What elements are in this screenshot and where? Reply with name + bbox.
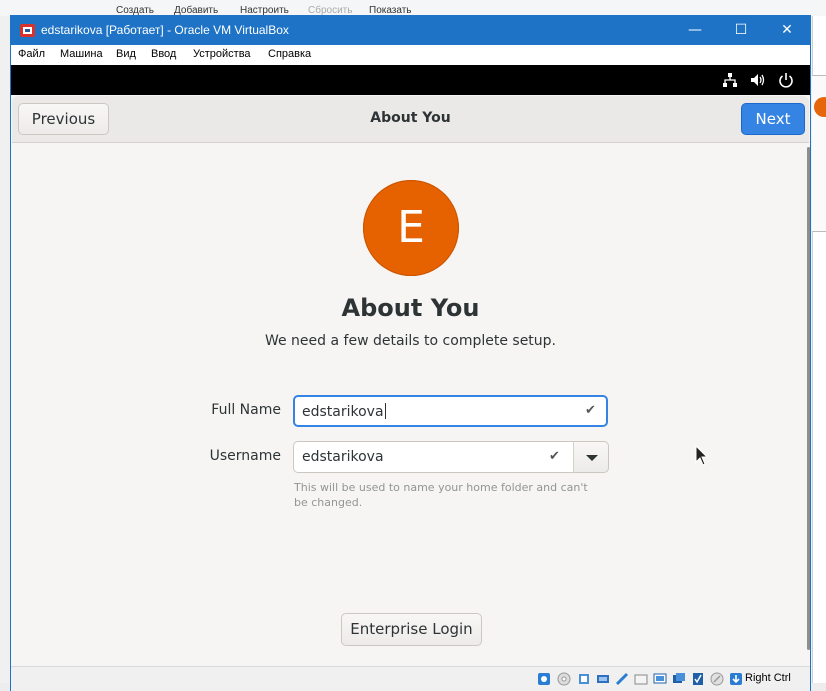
minimize-button[interactable]: — (672, 16, 718, 45)
gnome-top-bar (11, 65, 810, 95)
gnome-initial-setup: Previous About You Next E About You We n… (11, 95, 810, 666)
titlebar[interactable]: edstarikova [Работает] - Oracle VM Virtu… (11, 16, 810, 45)
virtualbox-window: edstarikova [Работает] - Oracle VM Virtu… (10, 15, 811, 691)
maximize-button[interactable]: ☐ (718, 16, 764, 45)
text-caret (384, 403, 386, 419)
full-name-label: Full Name (211, 402, 281, 418)
statusbar: Right Ctrl (11, 666, 810, 691)
menu-help[interactable]: Справка (268, 48, 311, 60)
checkmark-icon: ✔ (549, 449, 560, 464)
host-toolbar: Создать Добавить Настроить Сбросить Пока… (0, 0, 826, 16)
avatar[interactable]: E (363, 180, 459, 276)
host-key-label: Right Ctrl (745, 672, 791, 684)
keyboard-capture-icon[interactable] (729, 672, 743, 686)
chevron-down-icon (586, 455, 598, 461)
display-icon[interactable] (653, 672, 667, 686)
header-title: About You (370, 110, 451, 126)
mouse-integration-icon[interactable] (710, 672, 724, 686)
username-label: Username (209, 448, 281, 464)
username-value: edstarikova (302, 449, 384, 465)
page-subtitle: We need a few details to complete setup. (264, 333, 557, 349)
menu-devices[interactable]: Устройства (193, 48, 251, 60)
username-hint: This will be used to name your home fold… (294, 481, 588, 509)
mouse-pointer-icon (695, 445, 709, 466)
username-dropdown-button[interactable] (573, 441, 609, 473)
guest-additions-icon[interactable] (691, 672, 705, 686)
full-name-value: edstarikova (302, 404, 384, 420)
cd-icon[interactable] (557, 672, 571, 686)
usb-icon[interactable] (615, 672, 629, 686)
volume-icon[interactable] (750, 72, 766, 88)
menu-file[interactable]: Файл (18, 48, 45, 60)
menu-view[interactable]: Вид (116, 48, 136, 60)
close-button[interactable]: ✕ (764, 16, 810, 45)
page-title: About You (341, 294, 480, 322)
checkmark-icon: ✔ (585, 403, 596, 418)
full-name-field[interactable]: edstarikova ✔ (293, 395, 608, 427)
video-capture-icon[interactable] (672, 672, 686, 686)
scrollbar[interactable] (807, 147, 810, 650)
network-icon[interactable] (722, 72, 738, 88)
shared-folders-icon[interactable] (634, 672, 648, 686)
enterprise-login-button[interactable]: Enterprise Login (341, 613, 482, 646)
username-field[interactable]: edstarikova ✔ (293, 441, 585, 473)
virtualbox-logo-icon (20, 24, 35, 37)
window-title: edstarikova [Работает] - Oracle VM Virtu… (41, 23, 289, 37)
next-button[interactable]: Next (741, 103, 805, 135)
menubar: Файл Машина Вид Ввод Устройства Справка (11, 45, 810, 65)
menu-machine[interactable]: Машина (60, 48, 103, 60)
power-icon[interactable] (778, 72, 794, 88)
headerbar: Previous About You Next (12, 96, 809, 143)
audio-icon[interactable] (577, 672, 591, 686)
optical-disk-icon[interactable] (537, 672, 551, 686)
menu-input[interactable]: Ввод (151, 48, 176, 60)
network-adapter-icon[interactable] (596, 672, 610, 686)
